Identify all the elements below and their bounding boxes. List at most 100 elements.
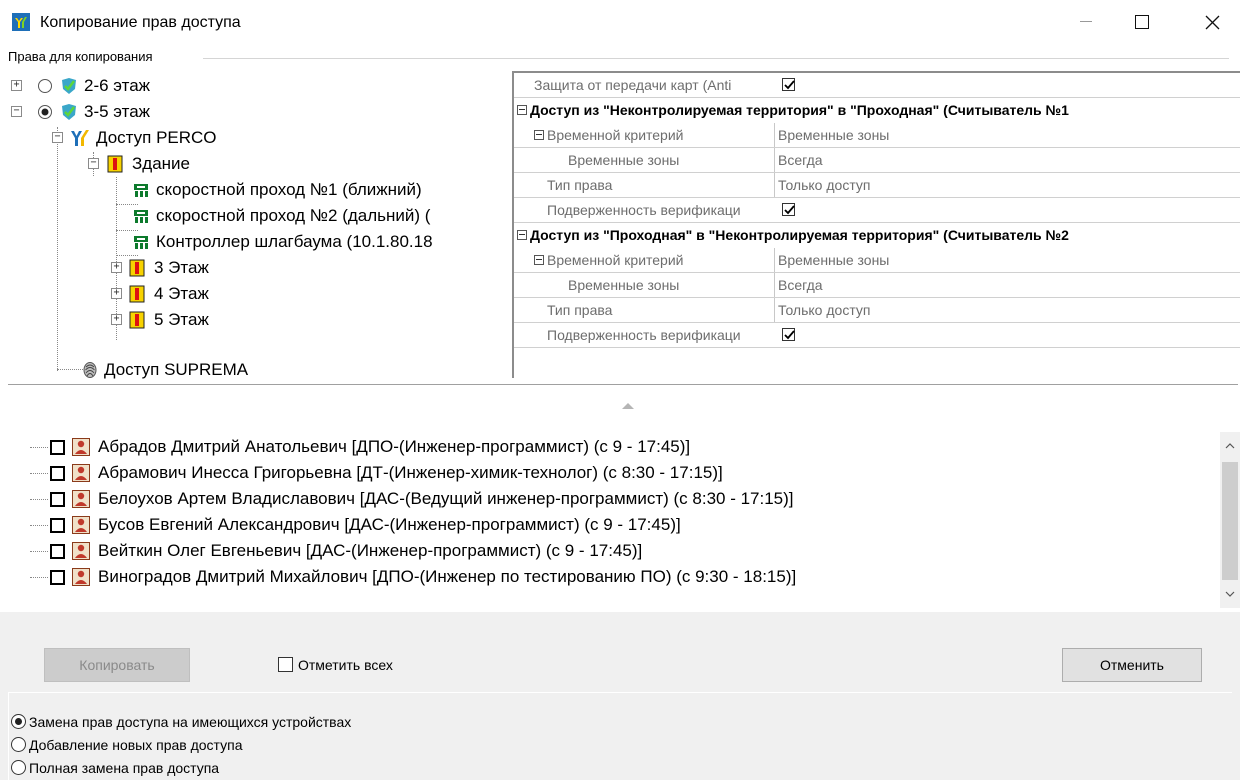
employee-checkbox[interactable] — [50, 544, 65, 559]
scrollbar-thumb[interactable] — [1222, 462, 1238, 580]
tree-node-floor-4[interactable]: + 4 Этаж — [8, 281, 508, 307]
employee-list[interactable]: Абрадов Дмитрий Анатольевич [ДПО-(Инжене… — [8, 390, 1240, 608]
tree-node-barrier-controller[interactable]: Контроллер шлагбаума (10.1.80.18 — [8, 229, 508, 255]
tree-node-turnstile-1[interactable]: скоростной проход №1 (ближний) — [8, 177, 508, 203]
employee-checkbox[interactable] — [50, 518, 65, 533]
tree-node-label: скоростной проход №1 (ближний) — [156, 180, 422, 199]
list-item[interactable]: Виноградов Дмитрий Михайлович [ДПО-(Инже… — [20, 564, 1210, 590]
cancel-button[interactable]: Отменить — [1062, 648, 1202, 682]
prop-name: Подверженность верификаци — [547, 202, 741, 218]
collapse-toggle[interactable]: − — [11, 106, 22, 117]
tree-node-label: скоростной проход №2 (дальний) ( — [156, 206, 431, 225]
tree-line — [30, 447, 48, 448]
radio-unselected-icon[interactable] — [11, 760, 26, 775]
expand-toggle[interactable]: + — [111, 262, 122, 273]
minimize-button[interactable] — [1058, 0, 1114, 44]
collapse-toggle[interactable]: − — [52, 132, 63, 143]
tree-node-3-5-floor[interactable]: − 3-5 этаж — [8, 99, 508, 125]
tree-node-label: 2-6 этаж — [84, 76, 151, 95]
perco-logo-icon — [71, 130, 89, 146]
building-icon — [129, 259, 145, 277]
tree-node-turnstile-2[interactable]: скоростной проход №2 (дальний) ( — [8, 203, 508, 229]
radio-unselected-icon[interactable] — [37, 78, 53, 94]
tree-line — [30, 473, 48, 474]
prop-value: Временные зоны — [778, 127, 890, 143]
collapse-subgroup-icon[interactable] — [534, 130, 544, 140]
tree-node-suprema-access[interactable]: Доступ SUPREMA — [8, 357, 508, 383]
expand-toggle[interactable]: + — [111, 314, 122, 325]
prop-verification[interactable]: Подверженность верификаци — [514, 323, 1240, 348]
prop-right-type[interactable]: Тип права Только доступ — [514, 173, 1240, 198]
verification-checkbox[interactable] — [782, 328, 795, 341]
fingerprint-icon — [83, 362, 97, 378]
tree-line — [30, 551, 48, 552]
section-2-header[interactable]: Доступ из "Проходная" в "Неконтролируема… — [514, 223, 1240, 248]
person-icon — [72, 568, 90, 586]
building-icon — [129, 311, 145, 329]
antipass-checkbox[interactable] — [782, 78, 795, 91]
collapse-toggle[interactable]: − — [88, 158, 99, 169]
employee-checkbox[interactable] — [50, 466, 65, 481]
list-item[interactable]: Белоухов Артем Владиславович [ДАС-(Ведущ… — [20, 486, 1210, 512]
collapse-section-icon[interactable] — [517, 230, 527, 240]
access-properties-grid[interactable]: Защита от передачи карт (Anti Доступ из … — [512, 71, 1240, 378]
prop-time-zones[interactable]: Временные зоны Всегда — [514, 148, 1240, 173]
prop-time-zones[interactable]: Временные зоны Всегда — [514, 273, 1240, 298]
prop-verification[interactable]: Подверженность верификаци — [514, 198, 1240, 223]
expand-toggle[interactable]: + — [111, 288, 122, 299]
tree-node-2-6-floor[interactable]: + 2-6 этаж — [8, 73, 508, 99]
column-divider — [774, 298, 775, 323]
checkbox-box[interactable] — [278, 657, 293, 672]
list-item[interactable]: Абрамович Инесса Григорьевна [ДТ-(Инжене… — [20, 460, 1210, 486]
prop-time-criterion[interactable]: Временной критерий Временные зоны — [514, 123, 1240, 148]
radio-unselected-icon[interactable] — [11, 737, 26, 752]
prop-value: Только доступ — [778, 177, 871, 193]
group-divider — [203, 58, 1229, 59]
employee-name: Вейткин Олег Евгеньевич [ДАС-(Инженер-пр… — [98, 541, 643, 560]
employee-name: Белоухов Артем Владиславович [ДАС-(Ведущ… — [98, 489, 794, 508]
collapse-section-icon[interactable] — [517, 105, 527, 115]
close-button[interactable] — [1184, 0, 1240, 44]
radio-selected-icon[interactable] — [37, 104, 53, 120]
scroll-up-button[interactable] — [1220, 436, 1240, 456]
verification-checkbox[interactable] — [782, 203, 795, 216]
person-icon — [72, 464, 90, 482]
tree-node-floor-3[interactable]: + 3 Этаж — [8, 255, 508, 281]
prop-time-criterion[interactable]: Временной критерий Временные зоны — [514, 248, 1240, 273]
splitter[interactable] — [8, 384, 1238, 385]
list-item[interactable]: Вейткин Олег Евгеньевич [ДАС-(Инженер-пр… — [20, 538, 1210, 564]
copy-button[interactable]: Копировать — [44, 648, 190, 682]
tree-node-building[interactable]: − Здание — [8, 151, 508, 177]
tree-node-floor-5[interactable]: + 5 Этаж — [8, 307, 508, 333]
employee-checkbox[interactable] — [50, 440, 65, 455]
rights-tree[interactable]: + 2-6 этаж − 3-5 этаж − Доступ PERCO − З… — [8, 71, 510, 384]
prop-antipass[interactable]: Защита от передачи карт (Anti — [514, 73, 1240, 98]
row-divider — [514, 347, 1240, 348]
scroll-down-button[interactable] — [1220, 584, 1240, 604]
radio-selected-icon[interactable] — [11, 714, 26, 729]
prop-name: Временные зоны — [568, 277, 680, 293]
collapse-splitter-arrow-icon[interactable] — [622, 402, 634, 410]
rights-group-label: Права для копирования — [8, 49, 153, 64]
vertical-scrollbar[interactable] — [1220, 432, 1240, 608]
maximize-button[interactable] — [1114, 0, 1170, 44]
tree-node-label: Здание — [132, 154, 190, 173]
employee-checkbox[interactable] — [50, 570, 65, 585]
employee-checkbox[interactable] — [50, 492, 65, 507]
section-1-header[interactable]: Доступ из "Неконтролируемая территория" … — [514, 98, 1240, 123]
column-divider — [774, 123, 775, 148]
prop-value: Только доступ — [778, 302, 871, 318]
tree-node-perco-access[interactable]: − Доступ PERCO — [8, 125, 508, 151]
chevron-up-icon — [1225, 443, 1235, 449]
person-icon — [72, 438, 90, 456]
collapse-subgroup-icon[interactable] — [534, 255, 544, 265]
prop-right-type[interactable]: Тип права Только доступ — [514, 298, 1240, 323]
bottom-panel: Копировать Отметить всех Отменить Замена… — [0, 612, 1240, 780]
tree-node-label: 3-5 этаж — [84, 102, 151, 121]
list-item[interactable]: Абрадов Дмитрий Анатольевич [ДПО-(Инжене… — [20, 434, 1210, 460]
list-item[interactable]: Бусов Евгений Александрович [ДАС-(Инжене… — [20, 512, 1210, 538]
shield-check-icon — [62, 104, 76, 120]
tree-node-label: Контроллер шлагбаума (10.1.80.18 — [156, 232, 433, 251]
expand-toggle[interactable]: + — [11, 80, 22, 91]
checkmark-icon — [784, 205, 795, 215]
